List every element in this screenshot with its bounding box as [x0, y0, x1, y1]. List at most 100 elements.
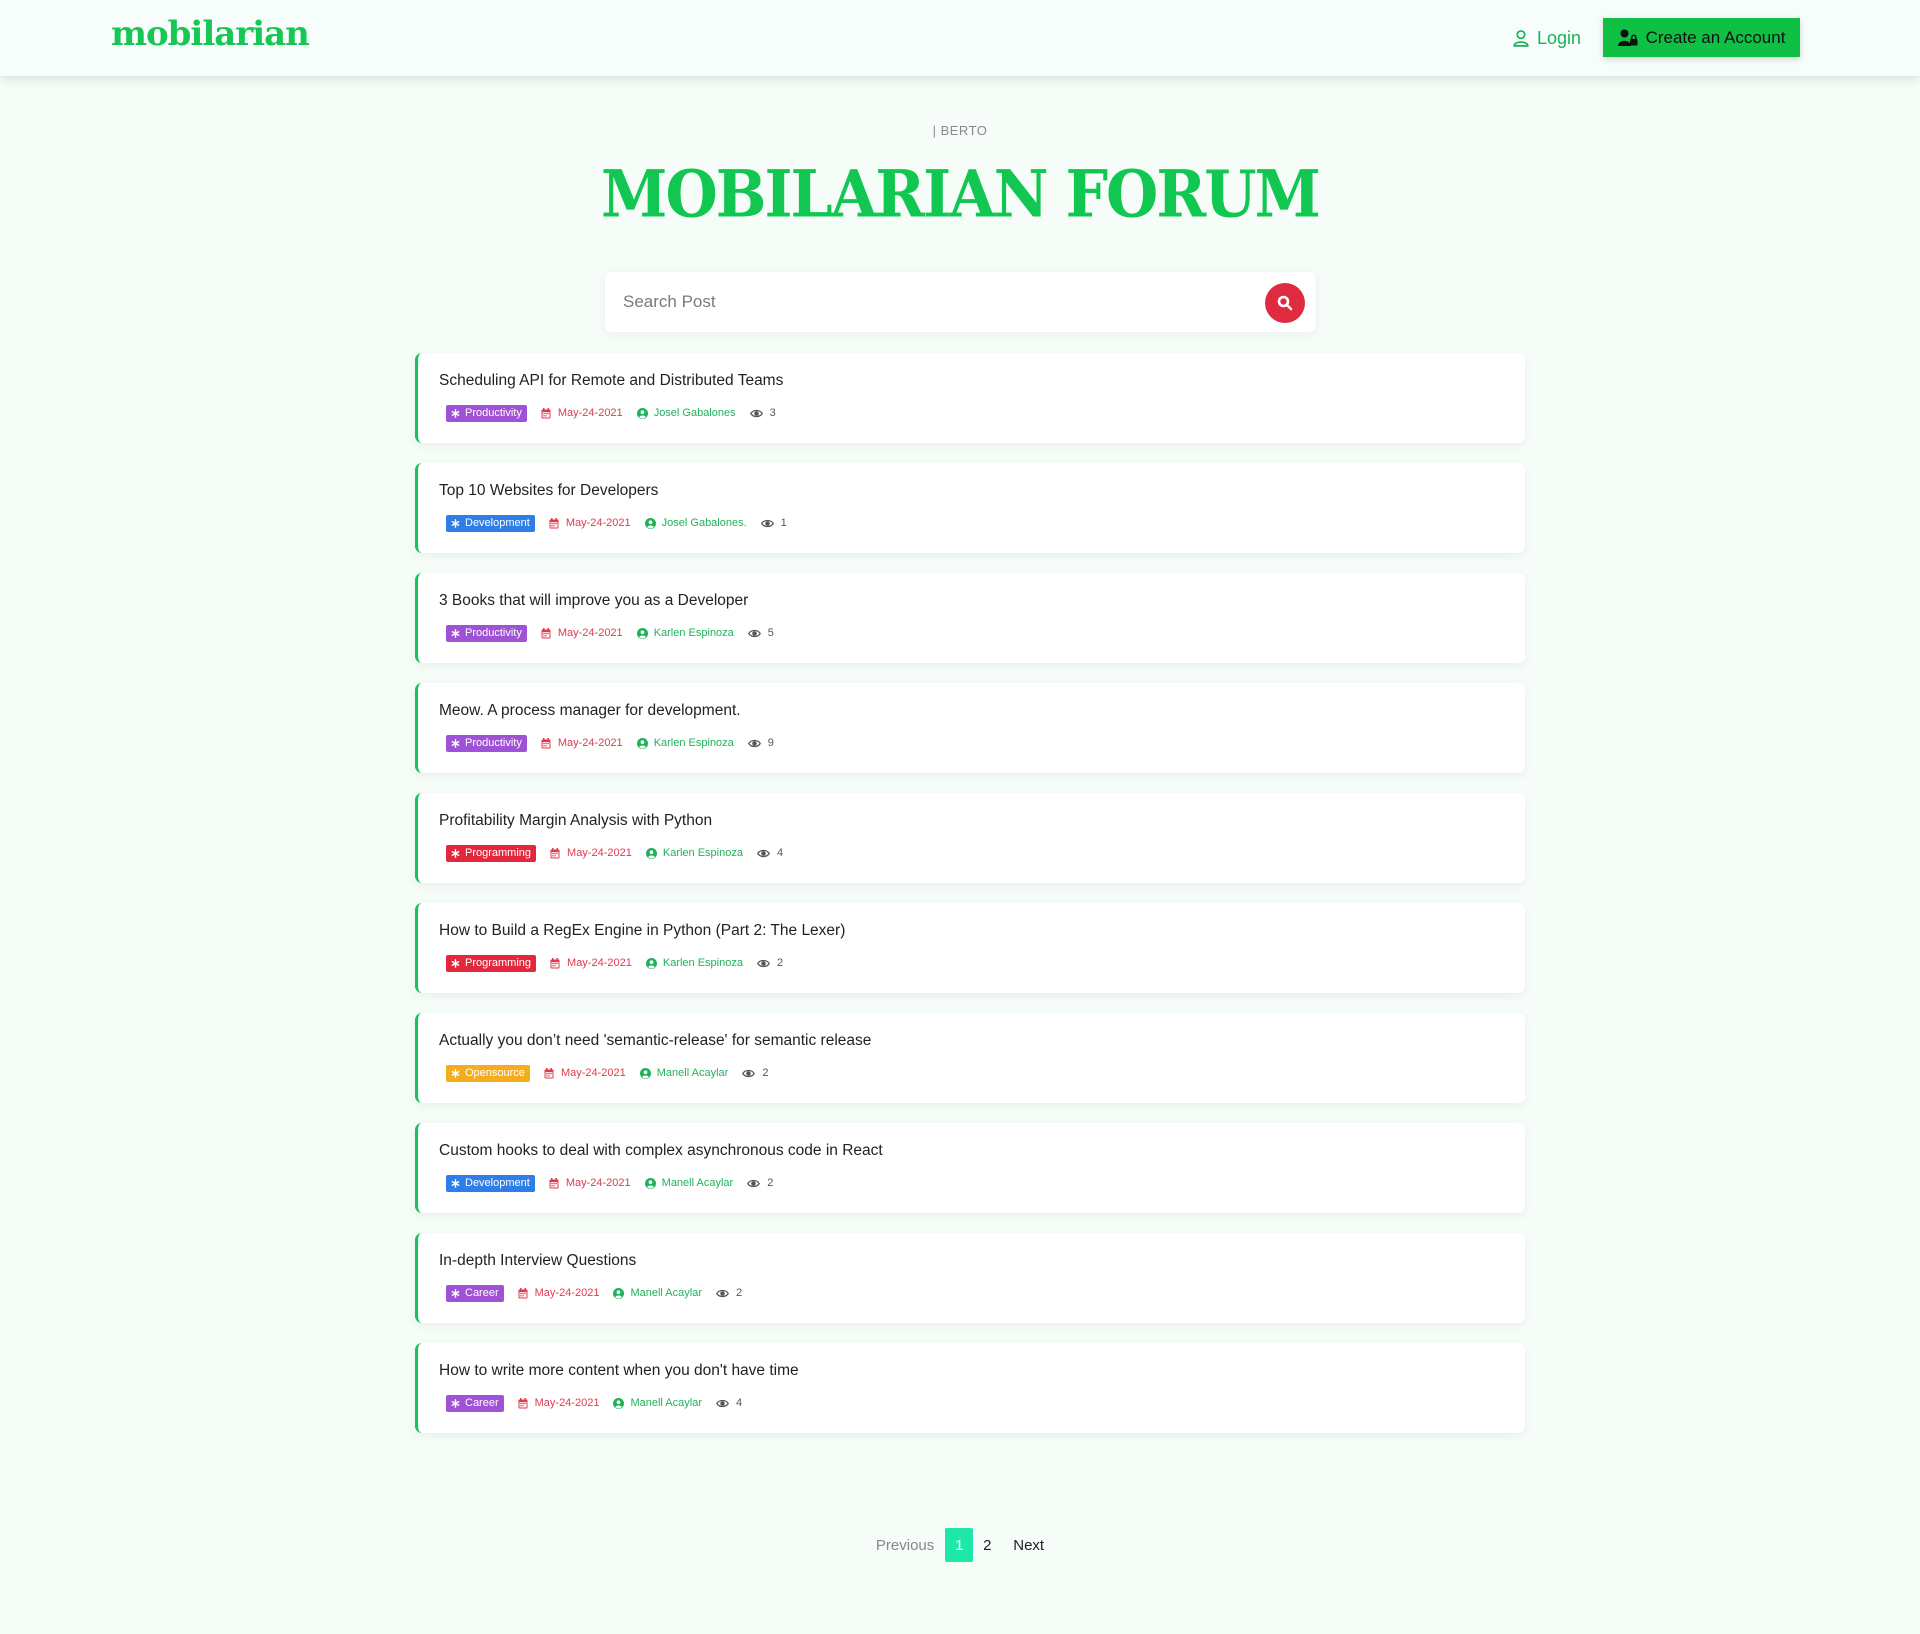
category-label: Career: [465, 1397, 499, 1409]
user-circle-icon: [613, 1397, 625, 1409]
previous-page-button[interactable]: Previous: [876, 1537, 934, 1554]
date-label: May-24-2021: [560, 1067, 626, 1079]
category-badge[interactable]: Career: [446, 1284, 504, 1302]
user-circle-icon: [636, 627, 648, 639]
calendar-icon: [550, 847, 560, 858]
date-label: May-24-2021: [534, 1397, 600, 1409]
views-count: 4: [776, 847, 784, 859]
post-date: May-24-2021: [541, 737, 623, 749]
category-badge[interactable]: Development: [446, 514, 535, 532]
search-input[interactable]: [623, 286, 1223, 318]
category-badge[interactable]: Career: [446, 1394, 504, 1412]
post-card[interactable]: Top 10 Websites for Developers Developme…: [415, 463, 1525, 553]
calendar-icon: [544, 1067, 554, 1078]
user-circle-icon: [639, 1067, 651, 1079]
date-label: May-24-2021: [557, 627, 623, 639]
asterisk-icon: [451, 1178, 460, 1188]
post-meta: Programming May-24-2021 Karlen Espinoza …: [446, 954, 783, 972]
brand-logo[interactable]: mobilarian: [111, 14, 310, 54]
post-author[interactable]: Manell Acaylar: [613, 1287, 702, 1299]
date-label: May-24-2021: [557, 737, 623, 749]
date-label: May-24-2021: [567, 847, 632, 859]
category-badge[interactable]: Opensource: [446, 1064, 530, 1082]
post-author[interactable]: Manell Acaylar: [613, 1397, 702, 1409]
views-count: 3: [769, 407, 776, 419]
asterisk-icon: [451, 518, 460, 528]
date-label: May-24-2021: [565, 1177, 631, 1189]
calendar-icon: [550, 957, 560, 968]
post-views: 2: [742, 1067, 768, 1079]
post-meta: Programming May-24-2021 Karlen Espinoza …: [446, 844, 783, 862]
eye-icon: [716, 1399, 729, 1407]
eye-icon: [756, 849, 770, 857]
category-label: Development: [465, 517, 530, 529]
category-badge[interactable]: Productivity: [446, 404, 527, 422]
author-label: Manell Acaylar: [661, 1177, 734, 1189]
category-badge[interactable]: Programming: [446, 954, 537, 972]
post-date: May-24-2021: [550, 957, 632, 969]
post-author[interactable]: Josel Gabalones: [636, 407, 736, 419]
post-card[interactable]: Meow. A process manager for development.…: [415, 683, 1525, 773]
author-label: Manell Acaylar: [630, 1287, 702, 1299]
author-label: Karlen Espinoza: [662, 957, 743, 969]
author-label: Manell Acaylar: [656, 1067, 729, 1079]
post-date: May-24-2021: [518, 1397, 600, 1409]
post-author[interactable]: Karlen Espinoza: [636, 627, 734, 639]
user-circle-icon: [636, 737, 648, 749]
date-label: May-24-2021: [534, 1287, 600, 1299]
asterisk-icon: [451, 628, 460, 638]
asterisk-icon: [451, 958, 460, 968]
asterisk-icon: [451, 1288, 460, 1298]
post-title[interactable]: How to Build a RegEx Engine in Python (P…: [439, 922, 845, 940]
category-badge[interactable]: Programming: [446, 844, 537, 862]
search-button[interactable]: [1265, 283, 1305, 323]
post-card[interactable]: Profitability Margin Analysis with Pytho…: [415, 793, 1525, 883]
post-title[interactable]: In-depth Interview Questions: [439, 1252, 636, 1270]
post-title[interactable]: Meow. A process manager for development.: [439, 702, 741, 720]
post-title[interactable]: How to write more content when you don't…: [439, 1362, 799, 1380]
post-card[interactable]: Custom hooks to deal with complex asynch…: [415, 1123, 1525, 1213]
post-title[interactable]: Actually you don’t need 'semantic-releas…: [439, 1032, 871, 1050]
views-count: 2: [767, 1177, 774, 1189]
post-card[interactable]: How to write more content when you don't…: [415, 1343, 1525, 1433]
post-author[interactable]: Karlen Espinoza: [645, 847, 743, 859]
post-views: 4: [756, 847, 784, 859]
post-date: May-24-2021: [541, 627, 623, 639]
eye-icon: [760, 519, 774, 527]
eye-icon: [747, 1179, 761, 1187]
login-link[interactable]: Login: [1512, 24, 1581, 52]
post-card[interactable]: Actually you don’t need 'semantic-releas…: [415, 1013, 1525, 1103]
post-author[interactable]: Karlen Espinoza: [645, 957, 743, 969]
create-account-label: Create an Account: [1645, 27, 1786, 47]
post-title[interactable]: 3 Books that will improve you as a Devel…: [439, 592, 748, 610]
next-page-button[interactable]: Next: [1013, 1537, 1044, 1554]
post-card[interactable]: Scheduling API for Remote and Distribute…: [415, 353, 1525, 443]
views-count: 2: [736, 1287, 743, 1299]
post-title[interactable]: Custom hooks to deal with complex asynch…: [439, 1142, 883, 1160]
calendar-icon: [549, 1177, 559, 1188]
post-views: 5: [747, 627, 774, 639]
create-account-button[interactable]: Create an Account: [1603, 18, 1800, 57]
post-card[interactable]: How to Build a RegEx Engine in Python (P…: [415, 903, 1525, 993]
post-author[interactable]: Manell Acaylar: [644, 1177, 734, 1189]
post-card[interactable]: In-depth Interview Questions Career May-…: [415, 1233, 1525, 1323]
page-2-button[interactable]: 2: [973, 1528, 1001, 1562]
category-badge[interactable]: Development: [446, 1174, 535, 1192]
post-author[interactable]: Karlen Espinoza: [636, 737, 734, 749]
page-1-button[interactable]: 1: [945, 1528, 974, 1562]
author-label: Josel Gabalones: [653, 407, 736, 419]
post-title[interactable]: Scheduling API for Remote and Distribute…: [439, 372, 783, 390]
calendar-icon: [518, 1397, 528, 1408]
post-title[interactable]: Top 10 Websites for Developers: [439, 482, 658, 500]
calendar-icon: [541, 737, 551, 748]
post-card[interactable]: 3 Books that will improve you as a Devel…: [415, 573, 1525, 663]
post-views: 4: [716, 1397, 742, 1409]
post-title[interactable]: Profitability Margin Analysis with Pytho…: [439, 812, 712, 830]
post-author[interactable]: Manell Acaylar: [639, 1067, 729, 1079]
category-label: Career: [465, 1287, 499, 1299]
category-badge[interactable]: Productivity: [446, 734, 527, 752]
category-badge[interactable]: Productivity: [446, 624, 527, 642]
views-count: 9: [767, 737, 774, 749]
post-author[interactable]: Josel Gabalones.: [644, 517, 747, 529]
date-label: May-24-2021: [567, 957, 632, 969]
